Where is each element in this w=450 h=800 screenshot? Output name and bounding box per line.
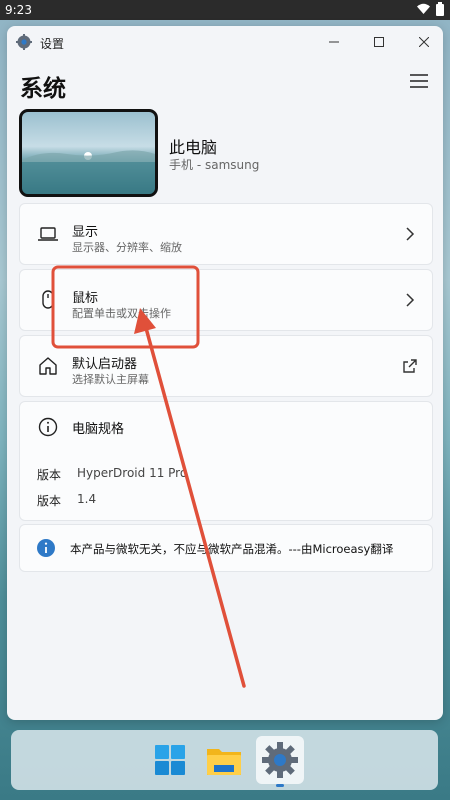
hamburger-menu-icon xyxy=(410,74,428,88)
settings-item-title: 显示 xyxy=(72,225,99,240)
wallpaper-image xyxy=(22,150,155,194)
info-filled-icon xyxy=(37,539,55,557)
taskbar-start-button[interactable] xyxy=(146,736,194,784)
laptop-icon xyxy=(38,227,58,241)
info-icon xyxy=(38,417,58,437)
status-time: 9:23 xyxy=(5,3,32,17)
spec-value: HyperDroid 11 Pro xyxy=(77,466,188,480)
device-subtitle: 手机 - samsung xyxy=(169,158,260,172)
disclaimer-text: 本产品与微软无关，不应与微软产品混淆。---由Microeasy翻译 xyxy=(70,542,394,556)
settings-item-subtitle: 配置单击或双击操作 xyxy=(72,307,171,320)
menu-button[interactable] xyxy=(408,72,430,90)
disclaimer-notice: 本产品与微软无关，不应与微软产品混淆。---由Microeasy翻译 xyxy=(19,524,433,572)
settings-item-display[interactable]: 显示 显示器、分辨率、缩放 xyxy=(19,203,433,265)
taskbar-settings-button[interactable] xyxy=(256,736,304,787)
minimize-icon xyxy=(329,41,339,43)
settings-window: 设置 系统 此电脑 手机 - samsung 显示 显示器、分辨率、缩放 鼠标 … xyxy=(7,26,443,720)
settings-item-default-launcher[interactable]: 默认启动器 选择默认主屏幕 xyxy=(19,335,433,397)
file-explorer-icon xyxy=(207,749,241,775)
close-icon xyxy=(419,37,429,47)
page-title: 系统 xyxy=(20,76,66,102)
title-bar[interactable]: 设置 xyxy=(7,26,443,58)
home-icon xyxy=(39,357,57,375)
spec-value: 1.4 xyxy=(77,492,97,506)
settings-item-subtitle: 选择默认主屏幕 xyxy=(72,373,149,386)
settings-app-icon xyxy=(262,742,298,778)
settings-gear-icon xyxy=(16,34,32,50)
open-external-icon xyxy=(403,359,417,373)
settings-item-subtitle: 显示器、分辨率、缩放 xyxy=(72,241,182,254)
chevron-right-icon xyxy=(406,227,415,241)
start-icon xyxy=(155,745,185,775)
device-name: 此电脑 xyxy=(169,138,218,157)
window-title: 设置 xyxy=(40,37,65,51)
battery-icon xyxy=(436,2,444,16)
mouse-icon xyxy=(42,290,54,309)
taskbar-file-explorer-button[interactable] xyxy=(200,736,248,784)
specs-section: 电脑规格 版本 HyperDroid 11 Pro 版本 1.4 xyxy=(19,401,433,521)
close-button[interactable] xyxy=(413,32,435,52)
wifi-icon xyxy=(417,3,430,14)
status-bar: 9:23 xyxy=(0,0,450,20)
maximize-button[interactable] xyxy=(368,32,390,52)
settings-item-title: 鼠标 xyxy=(72,291,99,306)
settings-item-mouse[interactable]: 鼠标 配置单击或双击操作 xyxy=(19,269,433,331)
settings-item-title: 默认启动器 xyxy=(72,357,138,372)
chevron-right-icon xyxy=(406,293,415,307)
device-wallpaper-thumbnail xyxy=(19,109,158,197)
maximize-icon xyxy=(374,37,384,47)
spec-label: 版本 xyxy=(37,494,62,508)
minimize-button[interactable] xyxy=(323,32,345,52)
taskbar xyxy=(11,730,438,790)
active-indicator xyxy=(276,784,284,787)
specs-title: 电脑规格 xyxy=(72,422,125,437)
spec-label: 版本 xyxy=(37,468,62,482)
